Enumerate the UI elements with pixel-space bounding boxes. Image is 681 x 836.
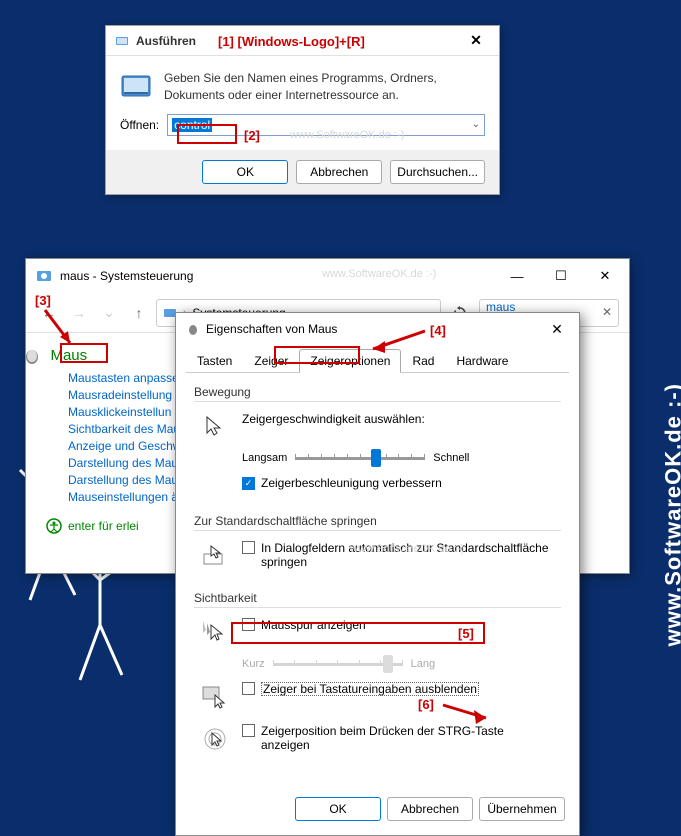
cp-titlebar: maus - Systemsteuerung — ☐ ✕ xyxy=(26,259,629,293)
tab-hardware[interactable]: Hardware xyxy=(445,349,519,373)
fast-label: Schnell xyxy=(433,452,469,464)
minimize-button[interactable]: — xyxy=(495,261,539,291)
md-ok-button[interactable]: OK xyxy=(295,797,381,821)
snap-to-icon xyxy=(200,541,230,571)
enhance-label: Zeigerbeschleunigung verbessern xyxy=(261,476,442,490)
watermark-side: www.SoftwareOK.de :-) xyxy=(660,383,681,646)
hide-typing-checkbox[interactable] xyxy=(242,682,255,695)
run-close-button[interactable]: ✕ xyxy=(461,32,491,49)
run-input-value: control xyxy=(172,118,212,132)
mouse-icon-small xyxy=(186,322,200,336)
run-description: Geben Sie den Namen eines Programms, Ord… xyxy=(164,70,485,104)
slow-label: Langsam xyxy=(242,452,287,464)
maximize-button[interactable]: ☐ xyxy=(539,261,583,291)
long-label: Lang xyxy=(411,658,435,670)
ease-of-access-icon xyxy=(46,518,62,534)
ctrl-locate-icon xyxy=(200,724,230,754)
nav-recent-button[interactable]: ⌄ xyxy=(96,300,122,326)
speed-label: Zeigergeschwindigkeit auswählen: xyxy=(242,412,555,426)
snap-label: In Dialogfeldern automatisch zur Standar… xyxy=(261,541,555,569)
speed-slider[interactable] xyxy=(295,448,425,468)
nav-back-button[interactable]: ← xyxy=(36,300,62,326)
group-movement-label: Bewegung xyxy=(194,385,561,399)
group-visibility-label: Sichtbarkeit xyxy=(194,591,561,605)
run-titlebar: Ausführen ✕ xyxy=(106,26,499,56)
enhance-checkbox[interactable]: ✓ xyxy=(242,477,255,490)
hide-typing-icon xyxy=(200,682,230,712)
tab-zeigeroptionen[interactable]: Zeigeroptionen xyxy=(299,349,401,373)
trails-checkbox[interactable] xyxy=(242,618,255,631)
md-cancel-button[interactable]: Abbrechen xyxy=(387,797,473,821)
run-icon-small xyxy=(114,33,130,49)
trails-slider xyxy=(273,654,403,674)
trails-label: Mausspur anzeigen xyxy=(261,618,366,632)
md-titlebar: Eigenschaften von Maus ✕ xyxy=(176,313,579,345)
short-label: Kurz xyxy=(242,658,265,670)
run-title: Ausführen xyxy=(136,34,461,48)
md-apply-button[interactable]: Übernehmen xyxy=(479,797,565,821)
run-cancel-button[interactable]: Abbrechen xyxy=(296,160,382,184)
tab-rad[interactable]: Rad xyxy=(401,349,445,373)
ctrl-locate-label: Zeigerposition beim Drücken der STRG-Tas… xyxy=(261,724,555,752)
ctrl-locate-checkbox[interactable] xyxy=(242,724,255,737)
tab-row: Tasten Zeiger Zeigeroptionen Rad Hardwar… xyxy=(176,345,579,373)
cp-footer-text: enter für erlei xyxy=(68,519,139,533)
run-ok-button[interactable]: OK xyxy=(202,160,288,184)
mouse-properties-dialog: Eigenschaften von Maus ✕ Tasten Zeiger Z… xyxy=(175,312,580,836)
snap-checkbox[interactable] xyxy=(242,541,255,554)
cp-category-maus[interactable]: Maus xyxy=(50,347,87,364)
run-open-label: Öffnen: xyxy=(120,118,159,132)
cp-close-button[interactable]: ✕ xyxy=(583,261,627,291)
run-input[interactable]: control ⌄ xyxy=(167,114,485,136)
hide-typing-label: Zeiger bei Tastatureingaben ausblenden xyxy=(261,682,479,696)
trails-icon xyxy=(200,618,230,648)
control-panel-icon xyxy=(36,268,52,284)
clear-search-icon[interactable]: ✕ xyxy=(602,305,612,319)
nav-forward-button[interactable]: → xyxy=(66,300,92,326)
md-title: Eigenschaften von Maus xyxy=(206,322,539,336)
pointer-speed-icon xyxy=(200,412,230,442)
cp-title: maus - Systemsteuerung xyxy=(60,269,495,283)
group-snap-label: Zur Standardschaltfläche springen xyxy=(194,514,561,528)
md-close-button[interactable]: ✕ xyxy=(539,321,575,338)
run-browse-button[interactable]: Durchsuchen... xyxy=(390,160,485,184)
run-large-icon xyxy=(120,70,152,102)
mouse-device-icon xyxy=(22,348,42,364)
nav-up-button[interactable]: ↑ xyxy=(126,300,152,326)
chevron-down-icon[interactable]: ⌄ xyxy=(472,119,480,130)
tab-tasten[interactable]: Tasten xyxy=(186,349,243,373)
run-dialog: Ausführen ✕ Geben Sie den Namen eines Pr… xyxy=(105,25,500,195)
tab-zeiger[interactable]: Zeiger xyxy=(243,349,299,373)
